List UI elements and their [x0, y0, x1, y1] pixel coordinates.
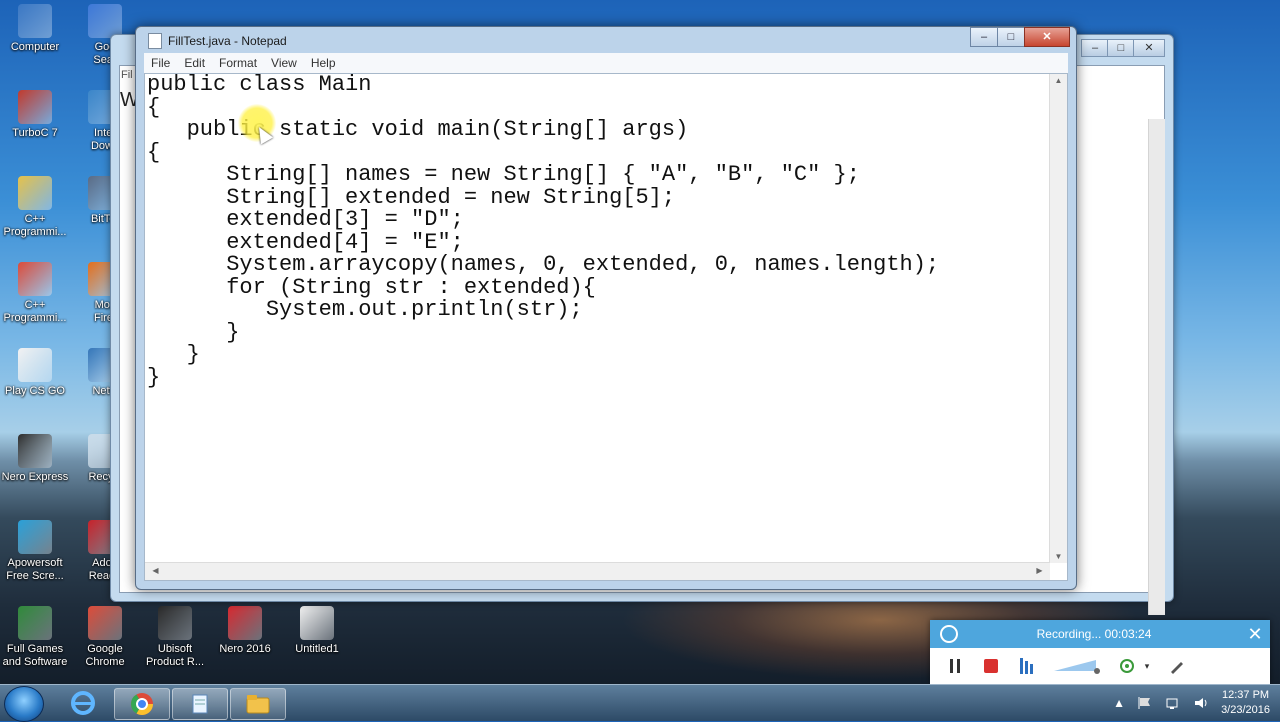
close-button[interactable]: ✕: [1024, 27, 1070, 47]
desktop-icon-label: Google Chrome: [85, 643, 125, 668]
recorder-panel[interactable]: Recording... 00:03:24 ✕ ▾: [930, 620, 1270, 684]
notepad-window[interactable]: FillTest.java - Notepad – □ ✕ File Edit …: [135, 26, 1077, 590]
ie-icon: [71, 691, 95, 715]
desktop-icon-label: Nero 2016: [219, 643, 271, 655]
stop-icon[interactable]: [980, 656, 1002, 676]
recorder-close-button[interactable]: ✕: [1240, 624, 1270, 645]
desktop-icon-label: Computer: [10, 41, 60, 53]
desktop-icon-label: C++ Programmi...: [3, 299, 67, 324]
chrome-icon: [131, 693, 153, 715]
taskbar-ie[interactable]: [56, 688, 110, 718]
desktop-icon-label: Nero Express: [1, 471, 69, 483]
desktop-app-icon: [18, 4, 52, 38]
desktop-icon[interactable]: Full Games and Software: [0, 606, 70, 669]
desktop-app-icon: [18, 520, 52, 554]
menu-bar: File Edit Format View Help: [144, 53, 1068, 73]
volume-icon[interactable]: [1193, 696, 1209, 710]
desktop-icon-label: Full Games and Software: [2, 643, 68, 668]
recorder-header: Recording... 00:03:24 ✕: [930, 620, 1270, 648]
desktop-icon[interactable]: Nero Express: [0, 434, 70, 484]
desktop-icon-label: Untitled1: [295, 643, 339, 655]
bg-maximize-button[interactable]: □: [1107, 39, 1135, 57]
menu-help[interactable]: Help: [304, 56, 343, 70]
desktop-app-icon: [300, 606, 334, 640]
show-hidden-icons-icon[interactable]: ▲: [1113, 696, 1125, 710]
desktop-app-icon: [18, 434, 52, 468]
pause-icon[interactable]: [944, 656, 966, 676]
scroll-up-icon[interactable]: ▲: [1050, 76, 1067, 85]
taskbar: ▲ 12:37 PM 3/23/2016: [0, 684, 1280, 722]
start-button[interactable]: [4, 686, 44, 722]
window-controls: – □ ✕: [970, 27, 1070, 47]
desktop-icon-label: Play CS GO: [5, 385, 65, 397]
desktop-icon-label: Apowersoft Free Scre...: [6, 557, 64, 582]
desktop-icon-label: Ubisoft Product R...: [145, 643, 205, 668]
clock[interactable]: 12:37 PM 3/23/2016: [1221, 688, 1270, 718]
desktop-app-icon: [18, 90, 52, 124]
network-icon[interactable]: [1165, 696, 1181, 710]
recorder-toolbar: ▾: [930, 648, 1270, 684]
desktop-icon[interactable]: Computer: [0, 4, 70, 54]
desktop-app-icon: [18, 606, 52, 640]
desktop-icon[interactable]: C++ Programmi...: [0, 176, 70, 239]
notepad-titlebar[interactable]: FillTest.java - Notepad: [148, 31, 287, 51]
bg-close-button[interactable]: ✕: [1133, 39, 1165, 57]
chevron-down-icon[interactable]: ▾: [1142, 656, 1152, 676]
desktop-icon[interactable]: Apowersoft Free Scre...: [0, 520, 70, 583]
desktop-icon[interactable]: TurboC 7: [0, 90, 70, 140]
desktop-icon[interactable]: C++ Programmi...: [0, 262, 70, 325]
taskbar-explorer[interactable]: [230, 688, 286, 720]
desktop-app-icon: [88, 606, 122, 640]
desktop-app-icon: [18, 176, 52, 210]
notepad-title: FillTest.java - Notepad: [168, 34, 287, 48]
desktop-app-icon: [18, 262, 52, 296]
maximize-button[interactable]: □: [997, 27, 1025, 47]
desktop-icon[interactable]: Nero 2016: [210, 606, 280, 656]
minimize-button[interactable]: –: [970, 27, 998, 47]
desktop-app-icon: [18, 348, 52, 382]
desktop-icon[interactable]: Google Chrome: [70, 606, 140, 669]
flag-icon[interactable]: [1137, 696, 1153, 710]
horizontal-scrollbar[interactable]: ◀ ▶: [145, 562, 1050, 580]
scroll-right-icon[interactable]: ▶: [1031, 566, 1048, 575]
desktop-icon[interactable]: Play CS GO: [0, 348, 70, 398]
recording-status: Recording... 00:03:24: [1036, 627, 1152, 641]
volume-slider[interactable]: [1052, 656, 1102, 676]
desktop-app-icon: [158, 606, 192, 640]
system-tray: ▲ 12:37 PM 3/23/2016: [1113, 685, 1270, 721]
menu-file[interactable]: File: [144, 56, 177, 70]
notepad-app-icon: [148, 33, 162, 49]
scroll-left-icon[interactable]: ◀: [147, 566, 164, 575]
desktop-app-icon: [228, 606, 262, 640]
webcam-icon[interactable]: [1116, 656, 1138, 676]
pen-icon[interactable]: [1166, 656, 1188, 676]
text-editor[interactable]: public class Main { public static void m…: [144, 73, 1068, 581]
notepad-icon: [192, 694, 208, 714]
bg-tab-partial: Fil: [121, 69, 133, 81]
desktop-app-icon: [88, 4, 122, 38]
menu-view[interactable]: View: [264, 56, 304, 70]
menu-edit[interactable]: Edit: [177, 56, 212, 70]
bg-vertical-scrollbar[interactable]: [1148, 119, 1165, 615]
clock-time: 12:37 PM: [1221, 689, 1270, 701]
desktop-icon[interactable]: Ubisoft Product R...: [140, 606, 210, 669]
clock-date: 3/23/2016: [1221, 704, 1270, 716]
explorer-icon: [246, 695, 270, 714]
taskbar-notepad[interactable]: [172, 688, 228, 720]
desktop-icon-label: C++ Programmi...: [3, 213, 67, 238]
menu-format[interactable]: Format: [212, 56, 264, 70]
taskbar-chrome[interactable]: [114, 688, 170, 720]
vertical-scrollbar[interactable]: ▲ ▼: [1049, 74, 1067, 563]
bg-minimize-button[interactable]: –: [1081, 39, 1109, 57]
desktop-icon-label: TurboC 7: [12, 127, 58, 139]
audio-level-icon[interactable]: [1016, 656, 1038, 676]
scroll-down-icon[interactable]: ▼: [1050, 552, 1067, 561]
desktop-icon[interactable]: Untitled1: [282, 606, 352, 656]
